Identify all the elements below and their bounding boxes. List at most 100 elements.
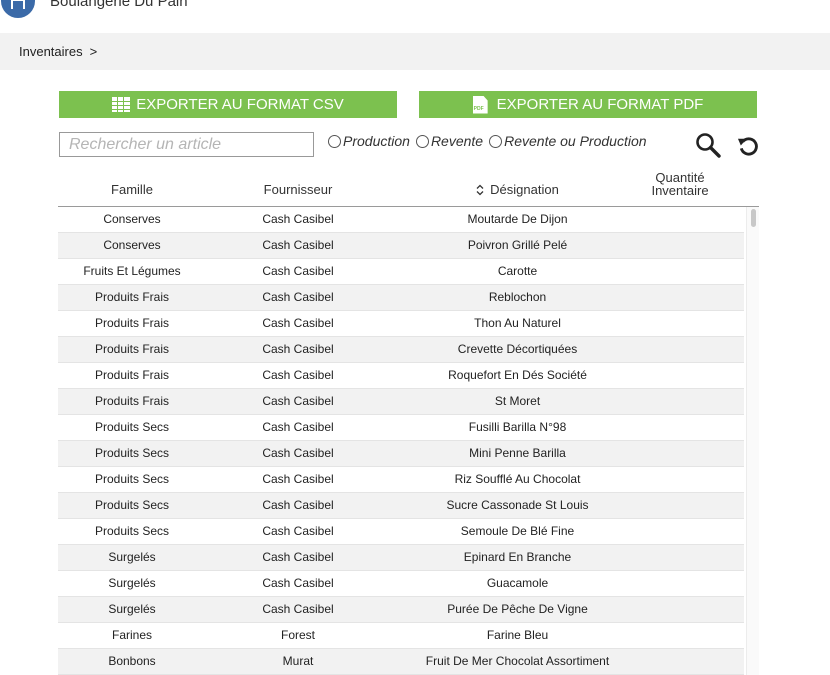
table-row[interactable]: Produits Frais Cash Casibel Roquefort En D… xyxy=(58,363,744,389)
pdf-icon-text: PDF xyxy=(473,105,484,112)
table-row[interactable]: Farines Forest Farine Bleu xyxy=(58,623,744,649)
cell-designation: Semoule De Blé Fine xyxy=(460,524,575,538)
cell-quantite[interactable] xyxy=(635,649,730,675)
cell-quantite[interactable] xyxy=(635,545,730,571)
export-pdf-button[interactable]: PDF EXPORTER AU FORMAT PDF xyxy=(419,91,757,118)
radio-button[interactable] xyxy=(489,134,503,148)
table-row[interactable]: Produits Secs Cash Casibel Mini Penne Bari… xyxy=(58,441,744,467)
cell-quantite[interactable] xyxy=(635,519,730,545)
table-row[interactable]: Conserves Cash Casibel Moutarde De Dijon xyxy=(58,207,744,233)
column-header-designation[interactable]: Désignation xyxy=(423,182,612,197)
bakery-logo[interactable] xyxy=(1,0,35,18)
cell-quantite[interactable] xyxy=(635,233,730,259)
cell-quantite[interactable] xyxy=(635,311,730,337)
search-input[interactable] xyxy=(59,132,314,157)
cell-designation: Riz Soufflé Au Chocolat xyxy=(454,472,581,486)
cell-fournisseur: Cash Casibel xyxy=(262,550,334,564)
cell-quantite[interactable] xyxy=(635,415,730,441)
filter-production-label: Production xyxy=(343,133,410,149)
cell-designation: Thon Au Naturel xyxy=(474,316,561,330)
cell-designation: Mini Penne Barilla xyxy=(469,446,566,460)
scrollbar[interactable] xyxy=(746,207,759,675)
cell-quantite[interactable] xyxy=(635,337,730,363)
cell-famille: Surgelés xyxy=(108,576,156,590)
cell-designation: Carotte xyxy=(497,264,538,278)
column-header-famille[interactable]: Famille xyxy=(58,182,206,197)
cell-quantite[interactable] xyxy=(635,623,730,649)
cell-designation: Reblochon xyxy=(488,290,547,304)
cell-quantite[interactable] xyxy=(635,597,730,623)
cell-famille: Produits Secs xyxy=(94,472,170,486)
table-row[interactable]: Produits Secs Cash Casibel Fusilli Barilla… xyxy=(58,415,744,441)
breadcrumb: Inventaires > xyxy=(0,33,830,70)
table-row[interactable]: Produits Secs Cash Casibel Sucre Cassonade… xyxy=(58,493,744,519)
cell-quantite[interactable] xyxy=(635,389,730,415)
table-row[interactable]: Surgelés Cash Casibel Epinard En Branche xyxy=(58,545,744,571)
filter-revente-ou-production-label: Revente ou Production xyxy=(504,133,647,149)
cell-fournisseur: Cash Casibel xyxy=(262,602,334,616)
cell-fournisseur: Cash Casibel xyxy=(262,446,334,460)
cell-fournisseur: Cash Casibel xyxy=(262,420,334,434)
table-row[interactable]: Produits Frais Cash Casibel Reblochon xyxy=(58,285,744,311)
building-icon xyxy=(11,0,25,9)
cell-quantite[interactable] xyxy=(635,285,730,311)
export-csv-button[interactable]: EXPORTER AU FORMAT CSV xyxy=(59,91,397,118)
filter-revente-ou-production[interactable]: Revente ou Production xyxy=(489,133,647,149)
table-row[interactable]: Produits Frais Cash Casibel Thon Au Nature… xyxy=(58,311,744,337)
cell-quantite[interactable] xyxy=(635,207,730,233)
cell-quantite[interactable] xyxy=(635,493,730,519)
spreadsheet-icon xyxy=(112,97,131,112)
cell-designation: Poivron Grillé Pelé xyxy=(467,238,568,252)
radio-button[interactable] xyxy=(415,134,429,148)
cell-famille: Produits Secs xyxy=(94,420,170,434)
table-row[interactable]: Produits Frais Cash Casibel Crevette Décor… xyxy=(58,337,744,363)
cell-quantite[interactable] xyxy=(635,571,730,597)
search-icon[interactable] xyxy=(695,132,721,158)
cell-designation: Fusilli Barilla N°98 xyxy=(468,420,567,434)
breadcrumb-item-inventaires[interactable]: Inventaires xyxy=(19,44,83,59)
cell-fournisseur: Cash Casibel xyxy=(262,238,334,252)
column-header-quantite[interactable]: Quantité Inventaire xyxy=(628,171,732,197)
table-header: Famille Fournisseur Désignation Quantité… xyxy=(58,170,759,207)
cell-famille: Produits Secs xyxy=(94,498,170,512)
cell-quantite[interactable] xyxy=(635,441,730,467)
scrollbar-thumb[interactable] xyxy=(751,209,756,227)
cell-famille: Produits Frais xyxy=(94,342,170,356)
table-row[interactable]: Produits Secs Cash Casibel Semoule De Blé … xyxy=(58,519,744,545)
table-row[interactable]: Produits Secs Cash Casibel Riz Soufflé Au … xyxy=(58,467,744,493)
refresh-icon[interactable] xyxy=(737,134,760,157)
type-filter-group: Production Revente Revente ou Production xyxy=(328,133,653,149)
table-row[interactable]: Produits Frais Cash Casibel St Moret xyxy=(58,389,744,415)
column-header-quantite-line2: Inventaire xyxy=(651,183,709,198)
table-row[interactable]: Conserves Cash Casibel Poivron Grillé Pelé xyxy=(58,233,744,259)
column-header-fournisseur[interactable]: Fournisseur xyxy=(214,182,382,197)
cell-famille: Farines xyxy=(111,628,152,642)
cell-quantite[interactable] xyxy=(635,467,730,493)
cell-fournisseur: Cash Casibel xyxy=(262,498,334,512)
table-row[interactable]: Surgelés Cash Casibel Guacamole xyxy=(58,571,744,597)
cell-designation: Farine Bleu xyxy=(486,628,549,642)
cell-famille: Bonbons xyxy=(108,654,156,668)
cell-designation: Guacamole xyxy=(486,576,549,590)
cell-famille: Conserves xyxy=(103,238,161,252)
cell-designation: Sucre Cassonade St Louis xyxy=(446,498,589,512)
cell-famille: Surgelés xyxy=(108,550,156,564)
filter-production[interactable]: Production xyxy=(328,133,410,149)
table-row[interactable]: Fruits Et Légumes Cash Casibel Carotte xyxy=(58,259,744,285)
table-row[interactable]: Surgelés Cash Casibel Purée De Pêche De Vi… xyxy=(58,597,744,623)
cell-fournisseur: Cash Casibel xyxy=(262,472,334,486)
cell-fournisseur: Cash Casibel xyxy=(262,524,334,538)
cell-quantite[interactable] xyxy=(635,259,730,285)
radio-button[interactable] xyxy=(328,134,341,148)
cell-fournisseur: Cash Casibel xyxy=(262,290,334,304)
cell-famille: Conserves xyxy=(103,212,161,226)
cell-famille: Surgelés xyxy=(108,602,156,616)
filter-revente[interactable]: Revente xyxy=(415,133,483,149)
pdf-file-icon: PDF xyxy=(472,95,488,114)
cell-fournisseur: Cash Casibel xyxy=(262,368,334,382)
cell-famille: Produits Frais xyxy=(94,394,170,408)
cell-quantite[interactable] xyxy=(635,363,730,389)
table-row[interactable]: Bonbons Murat Fruit De Mer Chocolat Assort… xyxy=(58,649,744,675)
export-csv-label: EXPORTER AU FORMAT CSV xyxy=(136,96,344,113)
cell-fournisseur: Cash Casibel xyxy=(262,316,334,330)
